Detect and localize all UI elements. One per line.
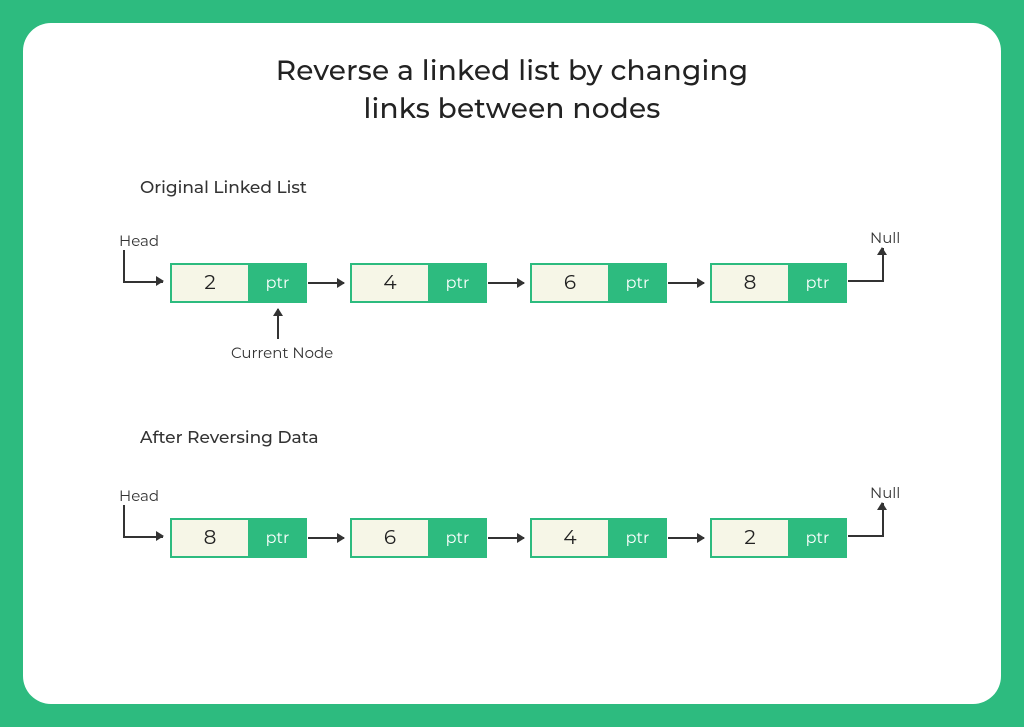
node-reversed-0: 8 ptr <box>170 518 307 558</box>
node-value: 8 <box>172 520 250 556</box>
null-arrow-2 <box>848 503 884 537</box>
arrow-reversed-2 <box>668 537 704 539</box>
node-ptr: ptr <box>610 265 665 301</box>
diagram-card: Reverse a linked list by changing links … <box>23 23 1001 704</box>
page-title: Reverse a linked list by changing links … <box>23 53 1001 129</box>
head-label-1: Head <box>119 231 159 250</box>
head-label-2: Head <box>119 486 159 505</box>
node-value: 2 <box>712 520 790 556</box>
node-ptr: ptr <box>250 520 305 556</box>
arrow-original-2 <box>668 282 704 284</box>
node-ptr: ptr <box>790 520 845 556</box>
node-original-2: 6 ptr <box>530 263 667 303</box>
node-ptr: ptr <box>430 520 485 556</box>
node-value: 4 <box>352 265 430 301</box>
node-original-3: 8 ptr <box>710 263 847 303</box>
head-arrow-2 <box>123 505 163 538</box>
node-reversed-2: 4 ptr <box>530 518 667 558</box>
arrow-reversed-0 <box>308 537 344 539</box>
section-original-label: Original Linked List <box>140 178 307 198</box>
null-label-2: Null <box>870 483 900 502</box>
node-value: 2 <box>172 265 250 301</box>
null-label-1: Null <box>870 228 900 247</box>
null-arrow-1 <box>848 248 884 282</box>
node-original-0: 2 ptr <box>170 263 307 303</box>
title-line-1: Reverse a linked list by changing <box>23 53 1001 91</box>
node-ptr: ptr <box>250 265 305 301</box>
arrow-reversed-1 <box>488 537 524 539</box>
node-value: 8 <box>712 265 790 301</box>
node-value: 6 <box>352 520 430 556</box>
title-line-2: links between nodes <box>23 91 1001 129</box>
node-reversed-1: 6 ptr <box>350 518 487 558</box>
arrow-original-0 <box>308 282 344 284</box>
current-arrow <box>277 309 279 339</box>
node-reversed-3: 2 ptr <box>710 518 847 558</box>
node-original-1: 4 ptr <box>350 263 487 303</box>
node-ptr: ptr <box>610 520 665 556</box>
arrow-original-1 <box>488 282 524 284</box>
current-node-label: Current Node <box>231 343 333 362</box>
node-ptr: ptr <box>790 265 845 301</box>
node-ptr: ptr <box>430 265 485 301</box>
section-reversed-label: After Reversing Data <box>140 428 319 448</box>
node-value: 4 <box>532 520 610 556</box>
outer-frame: Reverse a linked list by changing links … <box>0 0 1024 727</box>
node-value: 6 <box>532 265 610 301</box>
head-arrow-1 <box>123 250 163 283</box>
